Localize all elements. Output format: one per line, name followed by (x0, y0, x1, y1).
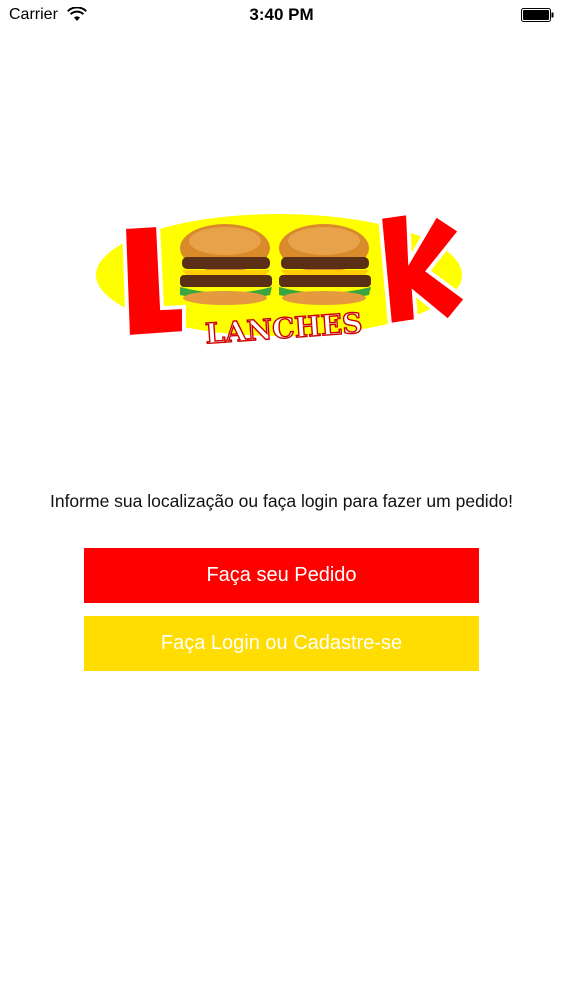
status-time: 3:40 PM (249, 5, 314, 24)
battery-icon (521, 8, 554, 22)
look-lanches-logo: LANCHES (90, 208, 469, 351)
burger-icon (279, 224, 371, 305)
order-button[interactable]: Faça seu Pedido (84, 548, 479, 603)
login-signup-button[interactable]: Faça Login ou Cadastre-se (84, 616, 479, 671)
burger-icon (180, 224, 272, 305)
status-bar: Carrier 3:40 PM (0, 0, 563, 30)
location-prompt: Informe sua localização ou faça login pa… (49, 491, 514, 511)
